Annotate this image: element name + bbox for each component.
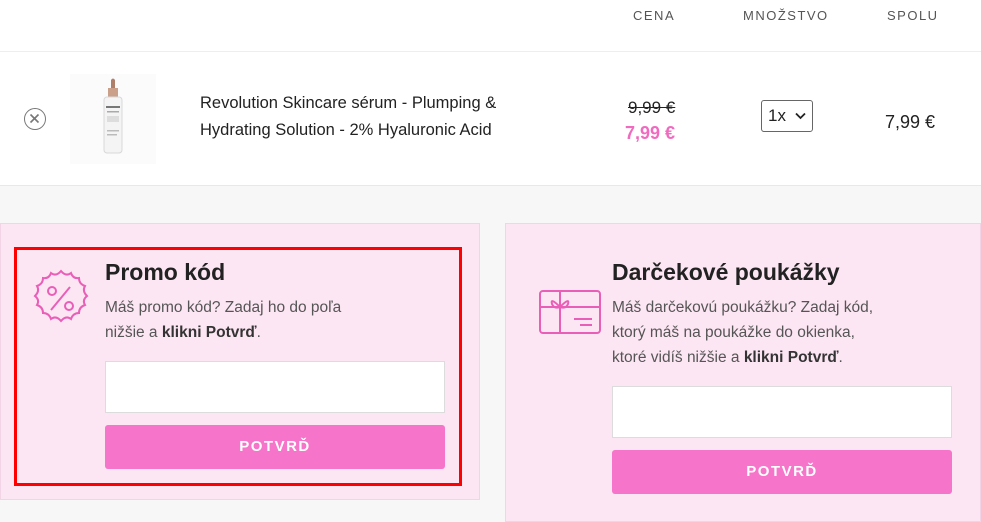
- gift-code-input[interactable]: [612, 386, 952, 438]
- remove-item-button[interactable]: [24, 108, 46, 130]
- header-price: CENA: [633, 8, 676, 23]
- serum-bottle-icon: [70, 74, 156, 164]
- quantity-value: 1x: [768, 106, 786, 125]
- quantity-select[interactable]: 1x: [761, 100, 813, 132]
- sale-price: 7,99 €: [625, 123, 676, 143]
- gift-description: Máš darčekovú poukážku? Zadaj kód, ktorý…: [612, 299, 874, 366]
- product-name[interactable]: Revolution Skincare sérum - Plumping & H…: [200, 90, 560, 144]
- line-total: 7,99 €: [885, 112, 936, 132]
- chevron-down-icon: [795, 112, 806, 120]
- highlight-outline: [14, 247, 462, 486]
- header-total: SPOLU: [887, 8, 939, 23]
- cart-item-row: Revolution Skincare sérum - Plumping & H…: [0, 52, 981, 186]
- product-thumbnail[interactable]: [70, 74, 156, 164]
- gift-card-icon: [539, 290, 601, 334]
- gift-title: Darčekové poukážky: [612, 259, 840, 285]
- close-icon: [29, 113, 40, 124]
- cart-table-header: CENA MNOŽSTVO SPOLU: [0, 0, 981, 52]
- gift-confirm-button[interactable]: POTVRĎ: [612, 450, 952, 494]
- header-quantity: MNOŽSTVO: [743, 8, 829, 23]
- old-price: 9,99 €: [628, 98, 676, 117]
